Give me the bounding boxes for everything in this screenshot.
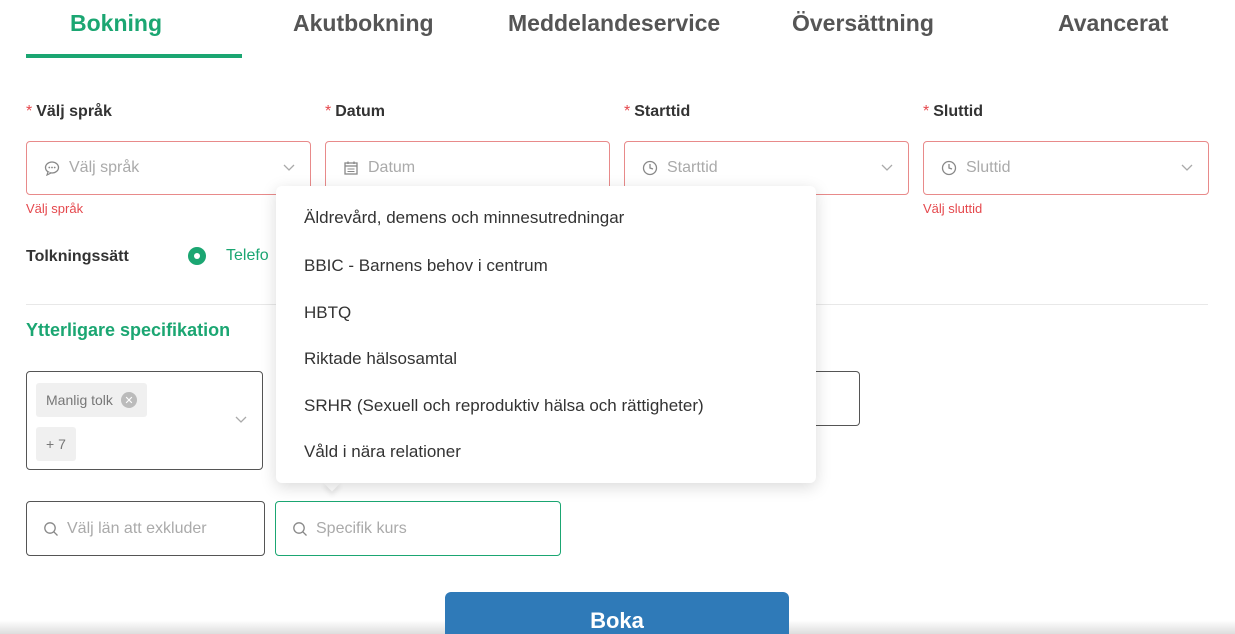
active-tab-indicator xyxy=(26,54,242,58)
date-label-text: Datum xyxy=(335,103,386,120)
book-button[interactable]: Boka xyxy=(445,592,789,634)
remove-tag-icon[interactable]: ✕ xyxy=(120,392,137,408)
specification-multiselect[interactable]: Manlig tolk ✕ + 7 xyxy=(26,371,263,470)
date-placeholder: Datum xyxy=(368,159,416,176)
end-label-text: Sluttid xyxy=(933,103,983,120)
tab-bokning[interactable]: Bokning xyxy=(70,10,162,37)
dropdown-option[interactable]: Äldrevård, demens och minnesutredningar xyxy=(304,208,624,228)
dropdown-option[interactable]: SRHR (Sexuell och reproduktiv hälsa och … xyxy=(304,396,704,416)
language-placeholder: Välj språk xyxy=(69,159,140,176)
tab-avancerat[interactable]: Avancerat xyxy=(1058,10,1168,37)
telefon-radio-label[interactable]: Telefo xyxy=(226,247,269,265)
more-tags-label: + 7 xyxy=(46,436,66,452)
start-label: * Starttid xyxy=(624,103,690,121)
dropdown-option[interactable]: BBIC - Barnens behov i centrum xyxy=(304,256,548,276)
tab-akutbokning[interactable]: Akutbokning xyxy=(293,10,434,37)
search-icon xyxy=(292,521,308,537)
required-mark: * xyxy=(325,103,332,120)
tab-oversattning[interactable]: Översättning xyxy=(792,10,934,37)
dropdown-option[interactable]: Våld i nära relationer xyxy=(304,442,461,462)
language-select[interactable]: Välj språk xyxy=(26,141,311,195)
dropdown-option[interactable]: Riktade hälsosamtal xyxy=(304,349,457,369)
date-label: * Datum xyxy=(325,103,385,121)
exclude-county-search[interactable]: Välj län att exkluder xyxy=(26,501,265,556)
tolkningssatt-label: Tolkningssätt xyxy=(26,248,129,265)
start-time-placeholder: Starttid xyxy=(667,159,718,176)
section-title: Ytterligare specifikation xyxy=(26,320,231,340)
course-dropdown: Äldrevård, demens och minnesutredningar … xyxy=(276,186,816,483)
language-label-text: Välj språk xyxy=(36,103,112,120)
exclude-county-placeholder: Välj län att exkluder xyxy=(67,519,207,537)
end-time-placeholder: Sluttid xyxy=(966,159,1011,176)
specific-course-search[interactable]: Specifik kurs xyxy=(275,501,561,556)
end-label: * Sluttid xyxy=(923,103,983,121)
chevron-down-icon xyxy=(880,160,894,179)
required-mark: * xyxy=(923,103,930,120)
specific-course-placeholder: Specifik kurs xyxy=(316,519,407,537)
tag-manlig-tolk: Manlig tolk ✕ xyxy=(36,383,147,417)
language-error: Välj språk xyxy=(26,201,84,216)
clock-icon xyxy=(641,159,659,177)
chevron-down-icon xyxy=(282,160,296,179)
chat-icon xyxy=(43,159,61,177)
language-label: * Välj språk xyxy=(26,103,112,121)
required-mark: * xyxy=(26,103,33,120)
chevron-down-icon xyxy=(234,412,248,431)
dropdown-option[interactable]: HBTQ xyxy=(304,303,351,323)
tab-bar: Bokning Akutbokning Meddelandeservice Öv… xyxy=(0,0,1235,60)
required-mark: * xyxy=(624,103,631,120)
calendar-icon xyxy=(342,159,360,177)
more-tags-badge[interactable]: + 7 xyxy=(36,427,76,461)
tab-meddelandeservice[interactable]: Meddelandeservice xyxy=(508,10,720,37)
end-time-select[interactable]: Sluttid xyxy=(923,141,1209,195)
search-icon xyxy=(43,521,59,537)
tag-label: Manlig tolk xyxy=(46,392,113,408)
start-label-text: Starttid xyxy=(634,103,691,120)
chevron-down-icon xyxy=(1180,160,1194,179)
end-time-error: Välj sluttid xyxy=(923,201,983,216)
telefon-radio[interactable] xyxy=(188,247,206,265)
clock-icon xyxy=(940,159,958,177)
